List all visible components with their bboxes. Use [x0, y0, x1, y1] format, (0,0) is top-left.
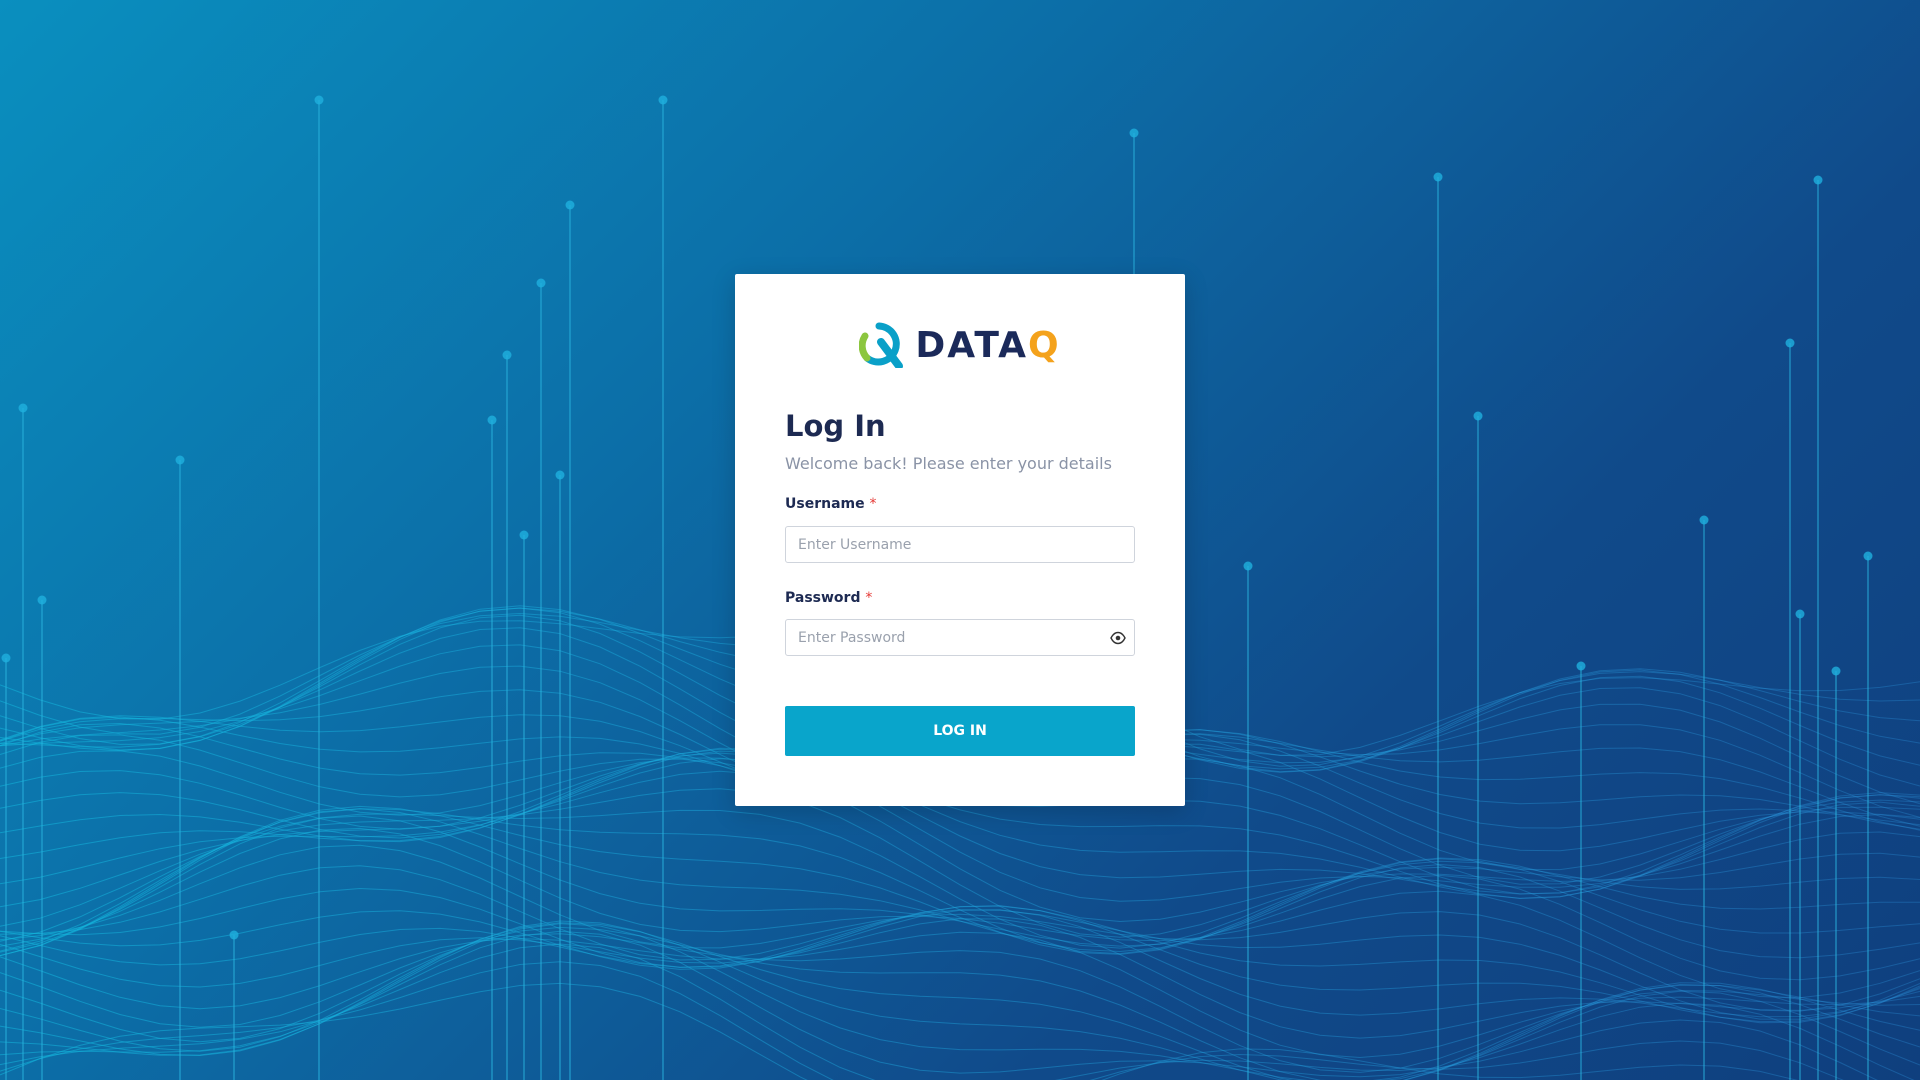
background-light-dot — [565, 200, 575, 210]
background-light-dot — [1795, 609, 1805, 619]
background-light-dot — [1863, 551, 1873, 561]
background-wave — [0, 805, 1920, 957]
background-light-dot — [519, 530, 529, 540]
background-light-dot — [175, 455, 185, 465]
brand-name: DATAQ — [915, 324, 1061, 366]
background-light-dot — [502, 350, 512, 360]
background-wave — [0, 909, 1920, 1018]
background-light-dot — [1243, 561, 1253, 571]
background-light-dot — [1831, 666, 1841, 676]
required-mark: * — [865, 590, 873, 606]
background-light-dot — [37, 595, 47, 605]
password-label: Password * — [785, 590, 873, 606]
password-input[interactable] — [786, 620, 1134, 655]
login-card: DATAQ Log In Welcome back! Please enter … — [735, 274, 1185, 806]
background-light-dot — [536, 278, 546, 288]
background-light-dot — [1699, 515, 1709, 525]
background-light-dot — [1433, 172, 1443, 182]
eye-icon[interactable] — [1110, 631, 1126, 645]
background-wave — [0, 905, 1920, 1023]
background-wave — [0, 920, 1920, 1080]
password-field-wrapper — [785, 619, 1135, 656]
background-light-dot — [1576, 661, 1586, 671]
background-wave — [0, 943, 1878, 1080]
background-wave — [0, 844, 1920, 1012]
background-light-dot — [1813, 175, 1823, 185]
required-mark: * — [869, 496, 877, 512]
username-field-wrapper — [785, 526, 1135, 563]
username-input[interactable] — [786, 527, 1134, 562]
background-light-dot — [487, 415, 497, 425]
background-wave — [0, 865, 1920, 1020]
page-title: Log In — [785, 409, 886, 443]
background-wave — [0, 788, 1920, 938]
background-light-dot — [229, 930, 239, 940]
background-light-dot — [1, 653, 11, 663]
dataq-logo-icon — [859, 322, 904, 368]
background-wave — [0, 933, 1920, 1073]
background-light-dot — [555, 470, 565, 480]
background-light-dot — [1785, 338, 1795, 348]
login-button[interactable]: LOG IN — [785, 706, 1135, 756]
background-light-dot — [314, 95, 324, 105]
background-light-dot — [1473, 411, 1483, 421]
background-light-dot — [658, 95, 668, 105]
background-light-dot — [18, 403, 28, 413]
brand-logo: DATAQ — [735, 322, 1185, 368]
background-wave — [0, 961, 1844, 1080]
page-subtitle: Welcome back! Please enter your details — [785, 454, 1112, 473]
background-light-dot — [1129, 128, 1139, 138]
background-wave — [0, 918, 1920, 1039]
username-label: Username * — [785, 496, 877, 512]
